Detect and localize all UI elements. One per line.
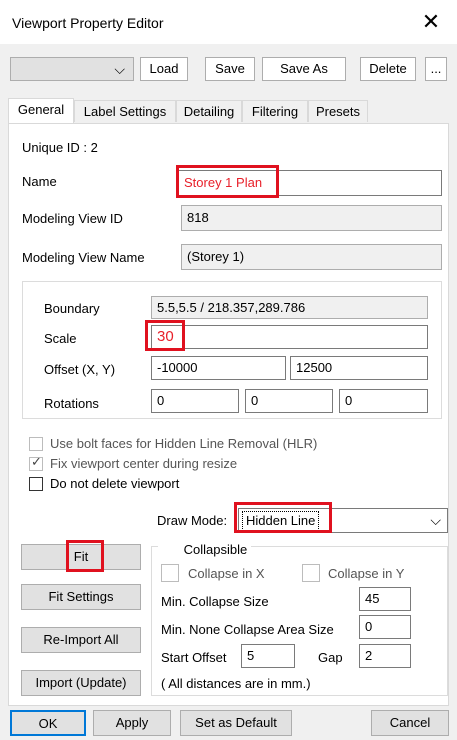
rotation-1-field[interactable]: 0	[151, 389, 239, 413]
window-title: Viewport Property Editor	[12, 15, 164, 31]
boundary-field: 5.5,5.5 / 218.357,289.786	[151, 296, 428, 319]
fit-highlight-box	[66, 540, 104, 572]
hlr-label: Use bolt faces for Hidden Line Removal (…	[50, 436, 318, 451]
unique-id-label: Unique ID : 2	[22, 140, 98, 155]
draw-mode-label: Draw Mode:	[157, 513, 228, 528]
collapse-y-label: Collapse in Y	[328, 566, 405, 581]
chevron-down-icon: ⌵	[114, 61, 125, 77]
delete-button[interactable]: Delete	[360, 57, 416, 81]
collapsible-label: Collapsible	[183, 542, 248, 557]
more-button[interactable]: ...	[425, 57, 447, 81]
start-offset-field[interactable]: 5	[241, 644, 295, 668]
rotation-3-field[interactable]: 0	[339, 389, 428, 413]
min-collapse-size-label: Min. Collapse Size	[161, 594, 269, 609]
save-button[interactable]: Save	[205, 57, 255, 81]
rotation-2-field[interactable]: 0	[245, 389, 333, 413]
scale-label: Scale	[44, 331, 77, 346]
gap-label: Gap	[318, 650, 343, 665]
cancel-button[interactable]: Cancel	[371, 710, 449, 736]
ok-button[interactable]: OK	[10, 710, 86, 736]
start-offset-label: Start Offset	[161, 650, 227, 665]
preset-combo[interactable]: ⌵	[10, 57, 134, 81]
offset-x-field[interactable]: -10000	[151, 356, 286, 380]
draw-mode-highlight-box	[234, 502, 332, 533]
modeling-view-name-field: (Storey 1)	[181, 244, 442, 270]
min-none-collapse-field[interactable]: 0	[359, 615, 411, 639]
fit-settings-button[interactable]: Fit Settings	[21, 584, 141, 610]
apply-button[interactable]: Apply	[93, 710, 171, 736]
no-delete-checkbox[interactable]	[29, 477, 43, 491]
save-as-button[interactable]: Save As	[262, 57, 346, 81]
collapse-x-checkbox[interactable]	[161, 564, 179, 582]
tab-presets[interactable]: Presets	[308, 100, 368, 122]
tab-detailing[interactable]: Detailing	[176, 100, 242, 122]
collapse-y-checkbox[interactable]	[302, 564, 320, 582]
modeling-view-id-label: Modeling View ID	[22, 211, 123, 226]
scale-field[interactable]: 30	[151, 325, 428, 349]
name-highlight-box	[176, 165, 279, 198]
set-default-button[interactable]: Set as Default	[180, 710, 292, 736]
min-none-collapse-label: Min. None Collapse Area Size	[161, 622, 334, 637]
collapse-x-label: Collapse in X	[188, 566, 265, 581]
hlr-checkbox[interactable]	[29, 437, 43, 451]
modeling-view-name-label: Modeling View Name	[22, 250, 145, 265]
tab-filtering[interactable]: Filtering	[242, 100, 308, 122]
collapsible-header: Collapsible	[158, 538, 252, 557]
gap-field[interactable]: 2	[359, 644, 411, 668]
chevron-down-icon: ⌵	[430, 512, 441, 528]
offset-label: Offset (X, Y)	[44, 362, 116, 377]
min-collapse-size-field[interactable]: 45	[359, 587, 411, 611]
tab-label-settings[interactable]: Label Settings	[74, 100, 176, 122]
name-label: Name	[22, 174, 57, 189]
offset-y-field[interactable]: 12500	[290, 356, 428, 380]
checkmark-icon: ✓	[31, 454, 42, 469]
modeling-view-id-field: 818	[181, 205, 442, 231]
tab-general[interactable]: General	[8, 98, 74, 124]
rotations-label: Rotations	[44, 396, 99, 411]
fix-center-checkbox[interactable]: ✓	[29, 454, 43, 471]
no-delete-label: Do not delete viewport	[50, 476, 180, 491]
close-icon[interactable]: ✕	[419, 9, 443, 35]
reimport-all-button[interactable]: Re-Import All	[21, 627, 141, 653]
boundary-label: Boundary	[44, 301, 100, 316]
load-button[interactable]: Load	[140, 57, 188, 81]
scale-highlight-box	[145, 320, 185, 351]
units-note: ( All distances are in mm.)	[161, 676, 311, 691]
collapsible-checkbox[interactable]	[162, 540, 178, 556]
fix-center-label: Fix viewport center during resize	[50, 456, 238, 471]
import-update-button[interactable]: Import (Update)	[21, 670, 141, 696]
viewport-property-editor-window: Viewport Property Editor ✕ ⌵ Load Save S…	[0, 0, 457, 740]
title-bar: Viewport Property Editor ✕	[0, 0, 457, 44]
